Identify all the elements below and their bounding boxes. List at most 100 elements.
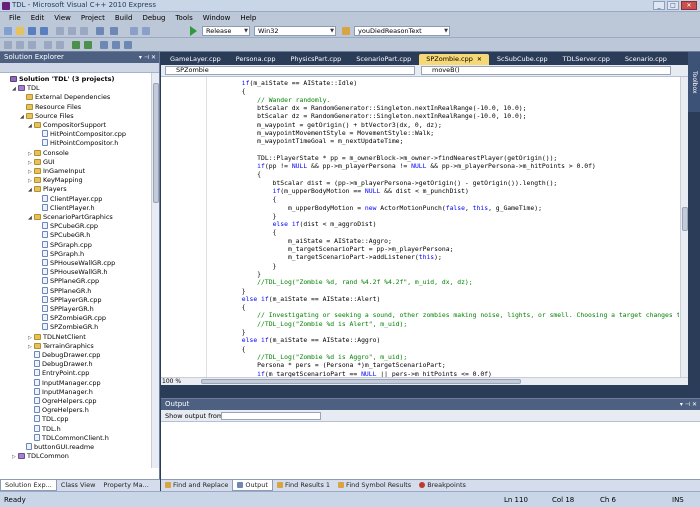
navigate-backward-icon[interactable]: [130, 27, 138, 35]
tree-file[interactable]: SPHouseWallGR.h: [36, 268, 108, 277]
tab-solution-explorer[interactable]: Solution Exp...: [0, 480, 57, 491]
doc-tab[interactable]: Persona.cpp: [229, 54, 283, 65]
tree-file[interactable]: HitPointCompositor.h: [36, 139, 118, 148]
close-tab-icon[interactable]: ✕: [477, 56, 482, 63]
toolbar-icon-3[interactable]: [28, 41, 36, 49]
editor-vscrollbar[interactable]: [680, 77, 688, 377]
tree-folder[interactable]: ◢ Source Files: [20, 112, 74, 121]
tree-folder[interactable]: ▷ TDLNetClient: [28, 333, 86, 342]
save-icon[interactable]: [28, 27, 36, 35]
increase-indent-icon[interactable]: [56, 41, 64, 49]
menu-project[interactable]: Project: [76, 14, 110, 22]
editor-scroll-thumb[interactable]: [682, 207, 688, 231]
tree-folder[interactable]: External Dependencies: [20, 93, 110, 102]
tree-folder[interactable]: ▷ GUI: [28, 158, 55, 167]
tree-scrollbar[interactable]: [151, 73, 159, 468]
doc-tab[interactable]: SPZombie.cpp ✕: [419, 54, 489, 65]
tab-class-view[interactable]: Class View: [57, 480, 100, 491]
doc-tab[interactable]: ScSubCube.cpp: [490, 54, 555, 65]
tree-file[interactable]: HitPointCompositor.cpp: [36, 130, 126, 139]
new-project-icon[interactable]: [4, 27, 12, 35]
platform-select[interactable]: Win32 ▼: [254, 26, 336, 36]
tree-file[interactable]: InputManager.h: [28, 387, 93, 397]
tree-file[interactable]: ClientPlayer.h: [36, 203, 95, 213]
tree-folder[interactable]: ▷ TerrainGraphics: [28, 342, 94, 351]
tree-file[interactable]: OgreHelpers.h: [28, 406, 89, 415]
tab-property-manager[interactable]: Property Ma...: [99, 480, 152, 491]
toolbox-tab[interactable]: Toolbox: [688, 52, 700, 112]
tree-file[interactable]: ClientPlayer.cpp: [36, 194, 102, 204]
doc-tab[interactable]: TDLServer.cpp: [556, 54, 617, 65]
tree-folder[interactable]: ◢ ScenarioPartGraphics: [28, 213, 113, 222]
pin-icon[interactable]: ▾ ⊣ ✕: [139, 52, 156, 63]
find-icon[interactable]: [342, 27, 350, 35]
tab-breakpoints[interactable]: Breakpoints: [415, 480, 470, 491]
code-comment-line[interactable]: //TDL_Log("Zombie %d, rand %4.2f %4.2f",…: [211, 278, 472, 287]
cut-icon[interactable]: [56, 27, 64, 35]
tree-folder[interactable]: ◢ CompositorSupport: [28, 121, 106, 130]
tree-file[interactable]: buttonGUI.readme: [20, 443, 94, 452]
tab-output[interactable]: Output: [232, 480, 273, 491]
doc-tab[interactable]: PhysicsPart.cpp: [284, 54, 349, 65]
configuration-select[interactable]: Release ▼: [202, 26, 250, 36]
minimize-icon[interactable]: _: [653, 1, 665, 10]
tab-find-symbol-results[interactable]: Find Symbol Results: [334, 480, 415, 491]
paste-icon[interactable]: [80, 27, 88, 35]
uncomment-icon[interactable]: [84, 41, 92, 49]
toolbar-icon-1[interactable]: [4, 41, 12, 49]
tree-file[interactable]: SPCubeGR.h: [36, 231, 90, 240]
tree-folder[interactable]: Resource Files: [20, 103, 81, 112]
code-area[interactable]: if(m_aiState == AIState::Idle) { // Wand…: [211, 77, 679, 377]
tree-file[interactable]: EntryPoint.cpp: [28, 369, 89, 378]
decrease-indent-icon[interactable]: [44, 41, 52, 49]
next-bookmark-icon[interactable]: [124, 41, 132, 49]
class-select[interactable]: SPZombie: [165, 66, 415, 75]
tree-file[interactable]: DebugDrawer.cpp: [28, 351, 100, 360]
tab-find-and-replace[interactable]: Find and Replace: [161, 480, 232, 491]
prev-bookmark-icon[interactable]: [112, 41, 120, 49]
tree-project[interactable]: ◢ TDL: [12, 84, 40, 93]
tree-folder[interactable]: ▷ Console: [28, 149, 69, 158]
tree-file[interactable]: TDL.cpp: [28, 415, 69, 424]
code-editor[interactable]: if(m_aiState == AIState::Idle) { // Wand…: [161, 77, 688, 385]
tree-file[interactable]: SPPlaneGR.h: [36, 286, 91, 296]
doc-tab[interactable]: Scenario.cpp: [618, 54, 674, 65]
bookmark-icon[interactable]: [100, 41, 108, 49]
menu-file[interactable]: File: [4, 14, 26, 22]
start-debugging-icon[interactable]: [190, 26, 197, 36]
tab-find-results-1[interactable]: Find Results 1: [273, 480, 334, 491]
tree-file[interactable]: SPHouseWallGR.cpp: [36, 259, 115, 268]
zoom-level[interactable]: 100 %: [162, 378, 181, 385]
menu-window[interactable]: Window: [198, 14, 236, 22]
tree-file[interactable]: OgreHelpers.cpp: [28, 397, 97, 406]
doc-tab[interactable]: ScenarioPart.cpp: [349, 54, 418, 65]
code-line[interactable]: m_waypointTimeGoal = m_nextUpdateTime;: [211, 137, 403, 146]
tree-file[interactable]: SPPlaneGR.cpp: [36, 277, 99, 286]
tree-file[interactable]: TDL.h: [28, 424, 61, 434]
save-all-icon[interactable]: [40, 27, 48, 35]
tree-folder[interactable]: ◢ Players: [28, 185, 67, 194]
tree-scroll-thumb[interactable]: [153, 83, 159, 203]
maximize-icon[interactable]: □: [667, 1, 679, 10]
menu-edit[interactable]: Edit: [26, 14, 50, 22]
tree-file[interactable]: InputManager.cpp: [28, 378, 101, 388]
tree-folder[interactable]: ▷ KeyMapping: [28, 176, 83, 185]
menu-build[interactable]: Build: [110, 14, 138, 22]
navigate-forward-icon[interactable]: [142, 27, 150, 35]
undo-icon[interactable]: [96, 27, 104, 35]
menu-view[interactable]: View: [49, 14, 76, 22]
output-panel-controls[interactable]: ▾ ⊣ ✕: [680, 399, 697, 410]
tree-file[interactable]: SPZombieGR.cpp: [36, 314, 106, 323]
menu-debug[interactable]: Debug: [137, 14, 170, 22]
output-source-select[interactable]: [221, 412, 321, 420]
find-combo[interactable]: youDiedReasonText ▼: [354, 26, 450, 36]
comment-icon[interactable]: [72, 41, 80, 49]
code-line[interactable]: if(pp != NULL && pp->m_playerPersona != …: [211, 162, 596, 171]
close-icon[interactable]: ✕: [681, 1, 697, 10]
toolbar-icon-2[interactable]: [16, 41, 24, 49]
tree-file[interactable]: SPPlayerGR.h: [36, 305, 94, 314]
editor-hscroll-thumb[interactable]: [201, 379, 521, 384]
copy-icon[interactable]: [68, 27, 76, 35]
tree-file[interactable]: TDLCommonClient.h: [28, 433, 109, 443]
open-file-icon[interactable]: [16, 27, 24, 35]
